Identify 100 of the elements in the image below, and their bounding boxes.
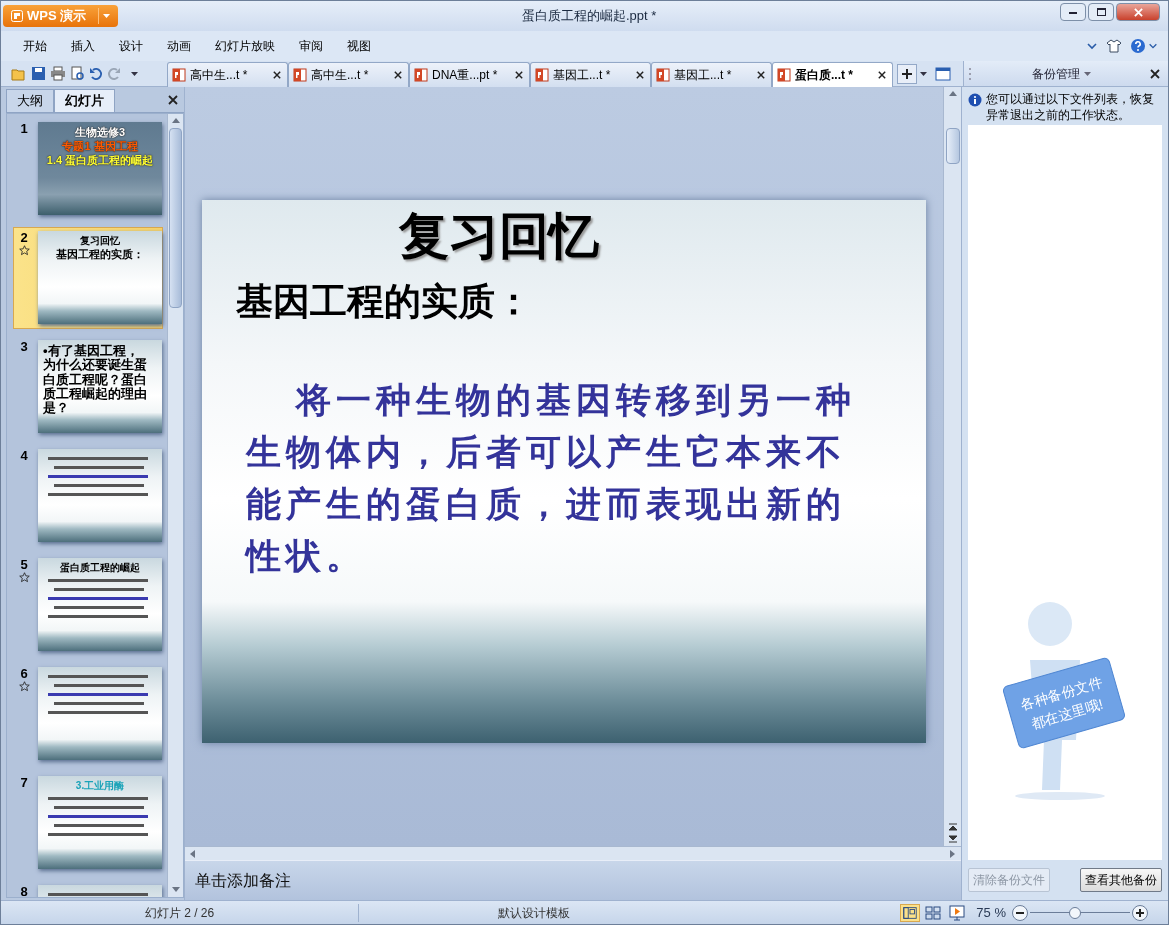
horizontal-scrollbar[interactable]	[185, 846, 961, 860]
zoom-in-button[interactable]	[1132, 904, 1148, 921]
document-tab[interactable]: 蛋白质...t *	[772, 62, 893, 87]
minimize-button[interactable]	[1060, 3, 1086, 21]
scroll-arrow-icon[interactable]	[171, 117, 180, 125]
backup-button[interactable]: 查看其他备份	[1080, 868, 1162, 892]
notes-field[interactable]: 单击添加备注	[185, 860, 961, 900]
menu-item[interactable]: 幻灯片放映	[203, 34, 287, 58]
close-button[interactable]	[1116, 3, 1160, 21]
slide-body-text: 将一种生物的基因转移到另一种生物体内，后者可以产生它本来不能产生的蛋白质，进而表现出新的性状。	[246, 379, 857, 578]
dropdown-caret-icon[interactable]	[1083, 71, 1091, 76]
chevron-down-icon[interactable]	[1086, 40, 1098, 52]
slide-heading: 基因工程的实质：	[236, 280, 533, 324]
thumbnail-text: 基因工程的实质：	[56, 248, 144, 261]
undo-icon[interactable]	[89, 66, 103, 81]
shirt-icon[interactable]	[1106, 39, 1122, 53]
slide-number: 5	[20, 558, 28, 571]
slide-thumbnail-item[interactable]: 5 蛋白质工程的崛起	[13, 554, 163, 656]
maximize-button[interactable]	[1088, 3, 1114, 21]
new-tab-button[interactable]	[897, 64, 917, 84]
template-status: 默认设计模板	[497, 904, 571, 922]
drag-handle-icon[interactable]	[968, 66, 972, 81]
thumbnail-text: 生物选修3	[74, 126, 126, 139]
close-tab-icon[interactable]	[394, 71, 402, 79]
slide-canvas[interactable]: 复习回忆 基因工程的实质： 将一种生物的基因转移到另一种生物体内，后者可以产生它本来不能产生的蛋白质，进而表现出新的性状。	[202, 200, 926, 743]
normal-view-icon[interactable]	[900, 903, 921, 922]
next-slide-icon[interactable]	[948, 835, 957, 843]
slide-number: 2	[20, 231, 28, 244]
dropdown-caret-icon[interactable]	[131, 71, 138, 76]
window-title: 蛋白质工程的崛起.ppt *	[521, 7, 657, 26]
previous-slide-icon[interactable]	[948, 823, 957, 831]
window-layout-icon[interactable]	[935, 67, 951, 81]
slide-number: 4	[20, 449, 28, 462]
chevron-down-icon[interactable]	[1148, 41, 1158, 51]
menu-item[interactable]: 视图	[335, 34, 383, 58]
thumbnail-text: 复习回忆	[80, 235, 120, 246]
scroll-arrow-icon[interactable]	[949, 849, 957, 858]
scroll-arrow-icon[interactable]	[189, 849, 197, 858]
minimize-icon	[1069, 10, 1077, 14]
dropdown-caret-icon[interactable]	[920, 72, 927, 76]
menu-item[interactable]: 审阅	[287, 34, 335, 58]
document-tab[interactable]: 高中生...t *	[288, 62, 409, 87]
presentation-file-icon	[777, 68, 791, 82]
print-icon[interactable]	[50, 66, 66, 81]
presentation-file-icon	[172, 68, 186, 82]
wps-logo-icon	[11, 10, 23, 22]
slide-number: 8	[20, 885, 28, 897]
close-tab-icon[interactable]	[636, 71, 644, 79]
thumbnail-text: •有了基因工程，为什么还要诞生蛋白质工程呢？蛋白质工程崛起的理由是？	[43, 344, 148, 416]
slide-thumbnail-item[interactable]: 3 •有了基因工程，为什么还要诞生蛋白质工程呢？蛋白质工程崛起的理由是？	[13, 336, 163, 438]
close-tab-icon[interactable]	[515, 71, 523, 79]
document-tab[interactable]: 基因工...t *	[651, 62, 772, 87]
help-icon[interactable]	[1130, 38, 1146, 54]
menu-item[interactable]: 设计	[107, 34, 155, 58]
close-icon	[1133, 7, 1143, 17]
slideshow-icon[interactable]	[948, 904, 967, 921]
slide-number: 6	[20, 667, 28, 680]
menu-item[interactable]: 开始	[11, 34, 59, 58]
document-tab[interactable]: 高中生...t *	[167, 62, 288, 87]
slide-thumbnail-item[interactable]: 7 3.工业用酶	[13, 772, 163, 874]
presentation-file-icon	[656, 68, 670, 82]
slide-thumbnail-item[interactable]: 8	[13, 881, 163, 897]
close-tab-icon[interactable]	[273, 71, 281, 79]
slide-thumbnail-item[interactable]: 6	[13, 663, 163, 765]
panel-title[interactable]: 备份管理	[1031, 64, 1080, 83]
close-panel-icon[interactable]	[1150, 68, 1160, 79]
panel-tab[interactable]: 幻灯片	[54, 89, 115, 112]
scrollbar-thumb[interactable]	[945, 128, 960, 164]
close-tab-icon[interactable]	[757, 71, 765, 79]
thumbnail-text: 1.4 蛋白质工程的崛起	[46, 154, 154, 167]
panel-tab[interactable]: 大纲	[6, 89, 54, 112]
scroll-arrow-icon[interactable]	[948, 90, 957, 98]
zoom-out-button[interactable]	[1012, 904, 1028, 921]
slide-thumbnail-item[interactable]: 1 生物选修3 专题1 基因工程 1.4 蛋白质工程的崛起	[13, 118, 163, 220]
presentation-file-icon	[414, 68, 428, 82]
menu-item[interactable]: 插入	[59, 34, 107, 58]
slide-number: 7	[20, 776, 28, 789]
slide-thumbnail-item[interactable]: 2 复习回忆 基因工程的实质：	[13, 227, 163, 329]
info-text: 您可以通过以下文件列表，恢复异常退出之前的工作状态。	[986, 91, 1155, 123]
vertical-scrollbar[interactable]	[167, 114, 183, 897]
zoom-percent[interactable]: 75 %	[976, 902, 1006, 923]
menu-item[interactable]: 动画	[155, 34, 203, 58]
slide-title: 复习回忆	[399, 207, 599, 266]
save-icon[interactable]	[31, 66, 46, 81]
plus-icon	[1136, 908, 1144, 917]
print-preview-icon[interactable]	[70, 66, 85, 81]
slide-thumbnail-item[interactable]: 4	[13, 445, 163, 547]
close-tab-icon[interactable]	[878, 71, 886, 79]
scrollbar-thumb[interactable]	[169, 128, 182, 308]
vertical-scrollbar[interactable]	[943, 87, 961, 846]
zoom-slider[interactable]	[1030, 906, 1130, 919]
document-tab[interactable]: DNA重...pt *	[409, 62, 530, 87]
slide-number: 1	[20, 122, 28, 135]
thumbnail-text: 蛋白质工程的崛起	[60, 562, 140, 573]
document-tab[interactable]: 基因工...t *	[530, 62, 651, 87]
scroll-arrow-icon[interactable]	[171, 886, 180, 894]
close-panel-icon[interactable]	[168, 95, 178, 105]
grid-view-icon[interactable]	[924, 904, 943, 921]
zoom-slider-thumb[interactable]	[1069, 906, 1081, 919]
presentation-file-icon	[535, 68, 549, 82]
